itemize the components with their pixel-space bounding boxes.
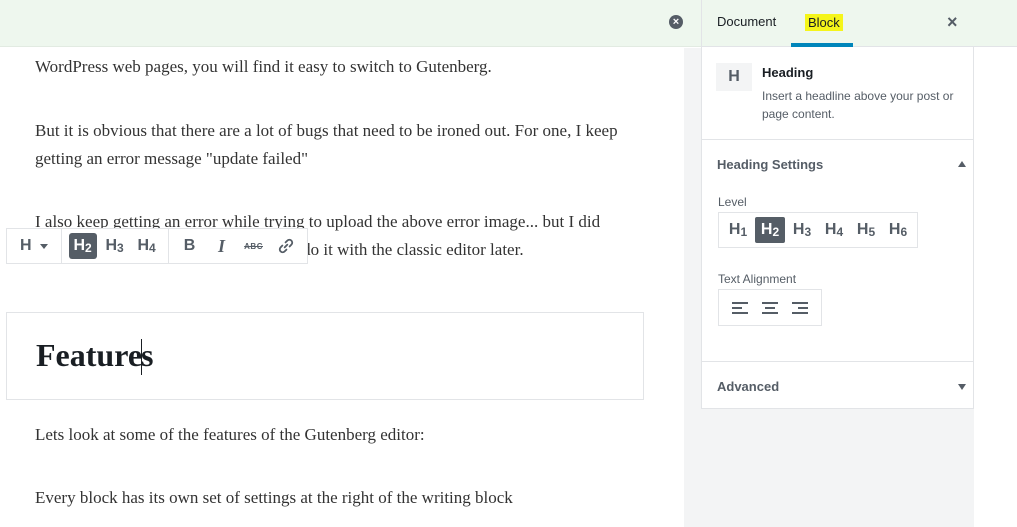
heading-block-icon: H [716, 63, 752, 91]
advanced-panel-toggle[interactable]: Advanced [717, 379, 779, 394]
heading-text-part: s [141, 337, 154, 373]
notice-bar: × [0, 0, 701, 47]
bold-button[interactable]: B [176, 233, 204, 259]
heading-level-selector: H1 H2 H3 H4 H5 H6 [718, 212, 918, 248]
level-2-button[interactable]: H2 [755, 217, 785, 243]
link-button[interactable] [272, 233, 300, 259]
block-toolbar: H H2 H3 H4 B I ABC [6, 228, 308, 264]
close-sidebar-icon[interactable]: × [947, 12, 958, 33]
window-right-edge [975, 48, 1017, 527]
notice-close-icon[interactable]: × [669, 15, 683, 29]
heading-text[interactable]: Features [36, 337, 153, 377]
level-5-button[interactable]: H5 [851, 217, 881, 243]
heading-settings-toggle[interactable]: Heading Settings [717, 157, 823, 172]
heading-block-icon: H [20, 237, 32, 254]
strikethrough-button[interactable]: ABC [240, 233, 268, 259]
heading-level-2-button[interactable]: H2 [68, 233, 97, 259]
level-3-button[interactable]: H3 [787, 217, 817, 243]
sidebar-empty-area [701, 409, 974, 527]
sidebar-header: Document Block × [702, 0, 1017, 47]
tab-block[interactable]: Block [805, 14, 843, 31]
italic-button[interactable]: I [208, 233, 236, 259]
active-tab-indicator [791, 43, 853, 47]
text-alignment-selector [718, 289, 822, 326]
level-4-button[interactable]: H4 [819, 217, 849, 243]
heading-level-group: H2 H3 H4 [62, 229, 169, 263]
chevron-down-icon [39, 243, 48, 249]
heading-level-4-button[interactable]: H4 [133, 233, 161, 259]
heading-block[interactable]: Features [6, 312, 644, 400]
block-switcher-group: H [7, 229, 62, 263]
align-center-icon[interactable] [762, 301, 778, 315]
chevron-up-icon[interactable] [958, 161, 966, 167]
formatting-group: B I ABC [169, 229, 307, 263]
tab-document[interactable]: Document [717, 14, 776, 29]
paragraph-block[interactable]: WordPress web pages, you will find it ea… [35, 53, 635, 81]
level-label: Level [718, 195, 747, 209]
text-alignment-label: Text Alignment [718, 272, 797, 286]
block-card-title: Heading [762, 65, 814, 80]
heading-level-3-button[interactable]: H3 [101, 233, 129, 259]
level-6-button[interactable]: H6 [883, 217, 913, 243]
align-right-icon[interactable] [792, 301, 808, 315]
text-cursor [141, 338, 143, 375]
block-card: H Heading Insert a headline above your p… [702, 48, 973, 140]
align-left-icon[interactable] [732, 301, 748, 315]
heading-text-part: Feature [36, 337, 143, 373]
paragraph-block[interactable]: Every block has its own set of settings … [35, 484, 635, 512]
level-1-button[interactable]: H1 [723, 217, 753, 243]
block-switcher-button[interactable]: H [12, 233, 56, 259]
paragraph-block[interactable]: Lets look at some of the features of the… [35, 421, 635, 449]
paragraph-block[interactable]: But it is obvious that there are a lot o… [35, 117, 635, 173]
block-card-description: Insert a headline above your post or pag… [762, 89, 954, 121]
editor-content: WordPress web pages, you will find it ea… [0, 48, 684, 527]
chevron-down-icon[interactable] [958, 384, 966, 390]
panel-divider [702, 361, 973, 362]
editor-gutter [684, 48, 701, 527]
link-icon [278, 238, 293, 254]
